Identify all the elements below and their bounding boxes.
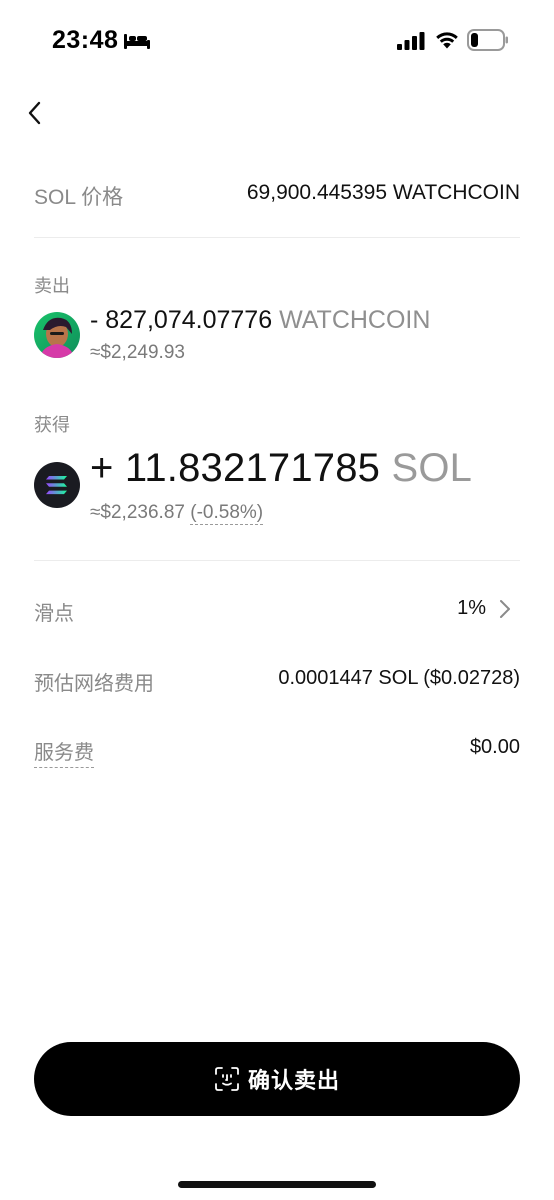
price-label: SOL 价格: [34, 186, 124, 209]
receive-usd-line: ≈$2,236.87 (-0.58%): [90, 502, 264, 525]
sell-usd: ≈$2,249.93: [90, 342, 185, 363]
price-value: 69,900.445395 WATCHCOIN: [246, 181, 520, 204]
service-fee-label[interactable]: 服务费: [34, 736, 94, 768]
divider: [34, 237, 520, 238]
slippage-value[interactable]: 1%: [457, 597, 486, 620]
network-fee-label: 预估网络费用: [34, 673, 154, 695]
price-impact[interactable]: (-0.58%): [190, 502, 264, 525]
back-chevron-icon[interactable]: [22, 96, 52, 130]
service-fee-value: $0.00: [469, 736, 520, 758]
confirm-sell-button[interactable]: 确认卖出: [34, 1042, 520, 1116]
confirm-sell-label: 确认卖出: [247, 1068, 340, 1093]
network-fee-value: 0.0001447 SOL ($0.02728): [278, 667, 520, 689]
slippage-label: 滑点: [34, 603, 74, 625]
battery-icon: [467, 29, 508, 51]
bed-icon: [124, 34, 150, 49]
sell-label: 卖出: [34, 276, 70, 296]
sell-unit: WATCHCOIN: [279, 306, 431, 334]
face-id-icon: [215, 1067, 239, 1091]
service-fee-label-text: 服务费: [34, 742, 94, 768]
receive-amount: + 11.832171785: [90, 446, 381, 490]
status-time: 23:48: [52, 26, 119, 54]
receive-usd: ≈$2,236.87: [90, 502, 185, 523]
home-indicator: [178, 1181, 376, 1188]
receive-unit: SOL: [391, 446, 473, 490]
sell-amount: - 827,074.07776: [90, 306, 273, 334]
chevron-right-icon[interactable]: [498, 598, 512, 620]
signal-icon: [397, 32, 425, 50]
solana-logo: [34, 462, 80, 508]
sell-amount-line: - 827,074.07776 WATCHCOIN: [90, 306, 430, 335]
receive-amount-line: + 11.832171785 SOL: [90, 446, 472, 491]
watchcoin-avatar: [34, 312, 80, 358]
wifi-icon: [436, 32, 458, 49]
receive-label: 获得: [34, 415, 70, 435]
divider: [34, 560, 520, 561]
